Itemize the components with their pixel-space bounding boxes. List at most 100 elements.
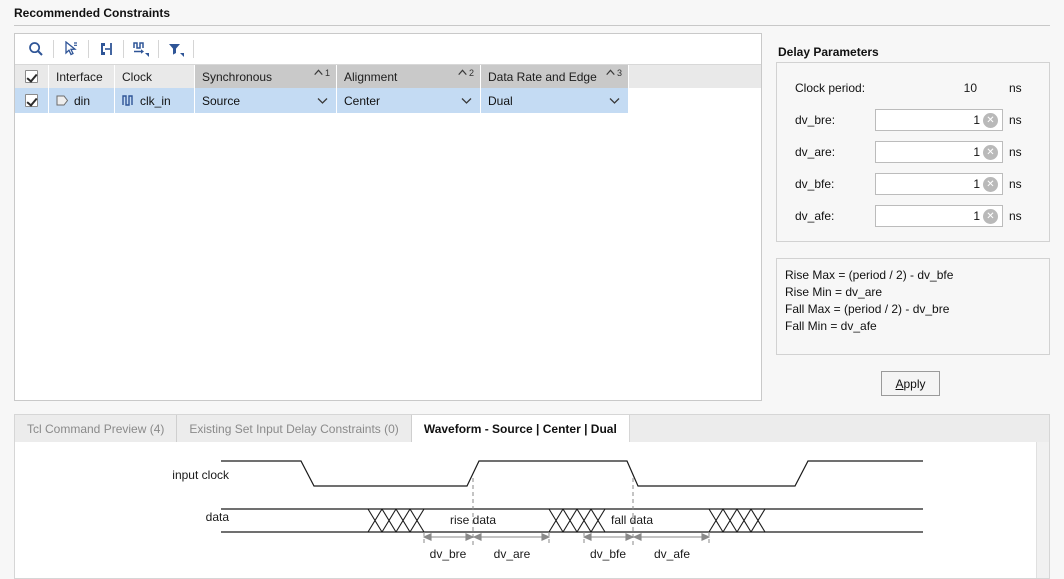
table-row[interactable]: din clk_in Source Center Dual (15, 88, 761, 113)
sort-order-alignment: 2 (468, 68, 474, 78)
select-all-checkbox[interactable] (25, 70, 38, 83)
clock-trace (221, 460, 923, 487)
formula-fall-max: Fall Max = (period / 2) - dv_bre (785, 302, 950, 316)
cell-alignment[interactable]: Center (337, 88, 481, 113)
column-header-alignment-label: Alignment (344, 69, 398, 84)
column-header-alignment[interactable]: Alignment 2 (337, 65, 481, 88)
cell-data-rate-and-edge-value: Dual (488, 93, 513, 108)
bottom-tab-bar: Tcl Command Preview (4) Existing Set Inp… (14, 414, 1050, 442)
tab-tcl-command-preview[interactable]: Tcl Command Preview (4) (15, 415, 178, 442)
chevron-down-icon[interactable] (317, 94, 328, 108)
clear-circle-icon[interactable]: ✕ (983, 209, 998, 224)
dv-bre-row: dv_bre: 1 ✕ ns (777, 107, 1049, 133)
column-header-synchronous-label: Synchronous (202, 69, 273, 84)
dv-bfe-input[interactable]: 1 ✕ (875, 173, 1003, 195)
dv-bfe-label: dv_bfe: (795, 177, 835, 191)
row-checkbox-cell[interactable] (15, 88, 49, 113)
column-header-synchronous[interactable]: Synchronous 1 (195, 65, 337, 88)
tab-existing-set-input-delay-constraints[interactable]: Existing Set Input Delay Constraints (0) (177, 415, 412, 442)
table-toolbar (15, 34, 761, 65)
dv-afe-value: 1 (973, 209, 980, 223)
clock-period-unit: ns (1009, 81, 1022, 95)
dv-bfe-unit: ns (1009, 177, 1022, 191)
dv-afe-unit: ns (1009, 209, 1022, 223)
toolbar-divider-3 (123, 40, 124, 58)
dv-bre-unit: ns (1009, 113, 1022, 127)
apply-button[interactable]: Apply (881, 371, 940, 396)
dv-bfe-value: 1 (973, 177, 980, 191)
data-transition-hatch-1 (367, 508, 425, 533)
column-header-data-rate-and-edge[interactable]: Data Rate and Edge 3 (481, 65, 629, 88)
tab-existing-set-input-delay-constraints-label: Existing Set Input Delay Constraints (0) (189, 421, 399, 436)
sort-indicator-alignment[interactable]: 2 (458, 69, 474, 78)
cell-synchronous-value: Source (202, 93, 241, 108)
dv-are-value: 1 (973, 145, 980, 159)
dimension-arrows (422, 532, 711, 542)
delay-parameters-box: Clock period: 10 ns dv_bre: 1 ✕ ns dv_ar… (776, 62, 1050, 242)
cell-clock[interactable]: clk_in (115, 88, 195, 113)
dv-bre-value: 1 (973, 113, 980, 127)
clock-period-value: 10 (963, 81, 977, 95)
clock-period-row: Clock period: 10 ns (777, 75, 1049, 101)
cell-data-rate-and-edge[interactable]: Dual (481, 88, 629, 113)
sort-order-synchronous: 1 (324, 68, 330, 78)
waveform-pane: input clock data rise data fall data dv_… (14, 442, 1050, 579)
dv-afe-input[interactable]: 1 ✕ (875, 205, 1003, 227)
search-icon[interactable] (21, 37, 51, 61)
column-header-interface-label: Interface (56, 69, 103, 84)
data-transition-hatch-3 (708, 508, 766, 533)
table-header-checkbox-cell[interactable] (15, 65, 49, 88)
select-cursor-icon[interactable] (56, 37, 86, 61)
tab-waveform[interactable]: Waveform - Source | Center | Dual (411, 415, 630, 442)
formula-fall-min: Fall Min = dv_afe (785, 319, 877, 333)
cell-interface[interactable]: din (49, 88, 115, 113)
toolbar-divider-4 (158, 40, 159, 58)
apply-button-label: pply (903, 376, 926, 391)
sort-order-data-rate-and-edge: 3 (616, 68, 622, 78)
dv-are-label: dv_are: (795, 145, 836, 159)
column-header-clock-label: Clock (122, 69, 153, 84)
tab-tcl-command-preview-label: Tcl Command Preview (4) (27, 421, 165, 436)
title-divider (14, 25, 1050, 26)
dv-afe-row: dv_afe: 1 ✕ ns (777, 203, 1049, 229)
sort-indicator-data-rate-and-edge[interactable]: 3 (606, 69, 622, 78)
tab-waveform-label: Waveform - Source | Center | Dual (423, 421, 617, 436)
dimension-label-dv-are: dv_are (493, 547, 531, 561)
cell-synchronous[interactable]: Source (195, 88, 337, 113)
clear-circle-icon[interactable]: ✕ (983, 145, 998, 160)
sort-indicator-synchronous[interactable]: 1 (314, 69, 330, 78)
dv-bfe-row: dv_bfe: 1 ✕ ns (777, 171, 1049, 197)
waveform-data-label-fall: fall data (611, 513, 654, 527)
cell-filler (629, 88, 761, 113)
row-select-checkbox[interactable] (25, 94, 38, 107)
toolbar-divider-1 (53, 40, 54, 58)
toolbar-divider-2 (88, 40, 89, 58)
chevron-down-icon[interactable] (461, 94, 472, 108)
apply-button-mnemonic: A (895, 376, 904, 391)
clear-circle-icon[interactable]: ✕ (983, 177, 998, 192)
page-title: Recommended Constraints (14, 6, 171, 20)
column-header-clock[interactable]: Clock (115, 65, 195, 88)
toolbar-divider-5 (193, 40, 194, 58)
column-header-filler (629, 65, 761, 88)
formula-rise-min: Rise Min = dv_are (785, 285, 883, 299)
cell-interface-label: din (74, 93, 91, 108)
waveform-vertical-scrollbar[interactable] (1036, 442, 1049, 578)
cell-clock-label: clk_in (140, 93, 171, 108)
formula-rise-max: Rise Max = (period / 2) - dv_bfe (785, 268, 954, 282)
clear-circle-icon[interactable]: ✕ (983, 113, 998, 128)
filter-icon[interactable] (161, 37, 191, 61)
dv-are-input[interactable]: 1 ✕ (875, 141, 1003, 163)
chevron-down-icon[interactable] (609, 94, 620, 108)
dv-bre-input[interactable]: 1 ✕ (875, 109, 1003, 131)
cell-alignment-value: Center (344, 93, 381, 108)
dv-are-row: dv_are: 1 ✕ ns (777, 139, 1049, 165)
collapse-icon[interactable] (91, 37, 121, 61)
column-header-interface[interactable]: Interface (49, 65, 115, 88)
port-icon (56, 95, 69, 106)
dimension-label-dv-afe: dv_afe (653, 547, 691, 561)
waveform-data-label-rise: rise data (450, 513, 497, 527)
delay-parameters-title: Delay Parameters (778, 45, 879, 59)
recommended-constraints-table-panel: Interface Clock Synchronous 1 Alignment … (14, 33, 762, 401)
clock-export-icon[interactable] (126, 37, 156, 61)
